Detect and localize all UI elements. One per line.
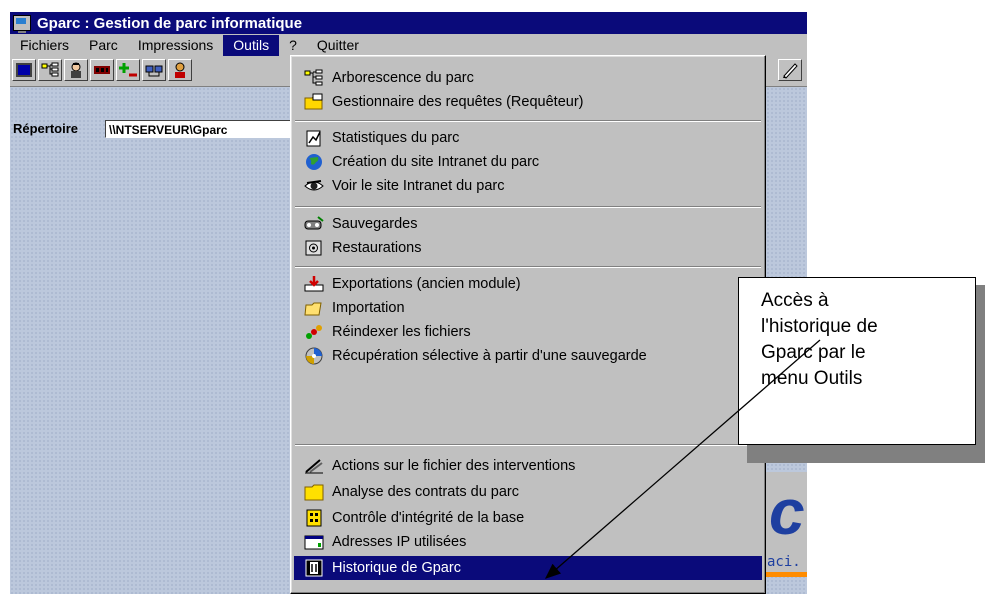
callout-arrow bbox=[545, 339, 821, 579]
